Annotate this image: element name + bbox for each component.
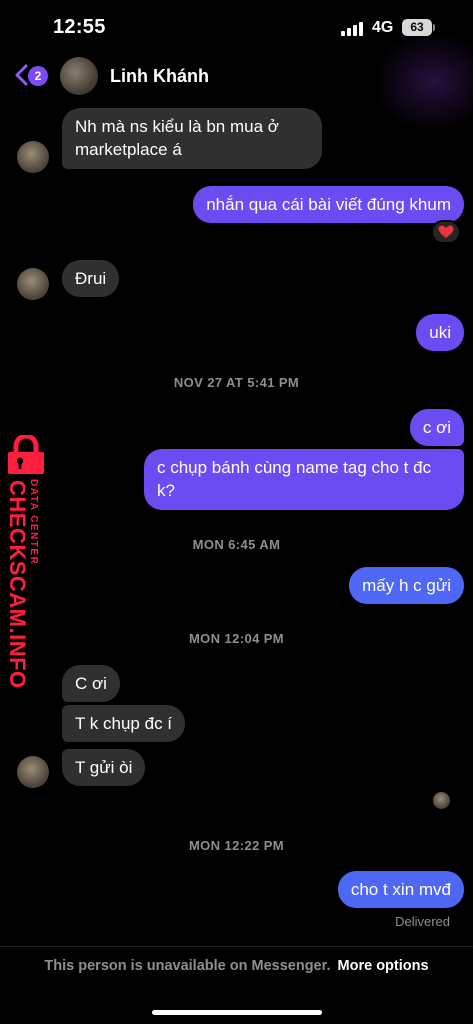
sender-avatar — [17, 141, 49, 173]
message-bubble-incoming[interactable]: T k chụp đc í — [62, 705, 186, 742]
timestamp-divider: MON 6:45 AM — [192, 537, 281, 552]
message-bubble-outgoing[interactable]: nhắn qua cái bài viết đúng khum — [193, 186, 464, 223]
lock-icon — [8, 435, 44, 474]
watermark-title: CHECKSCAM.INFO — [5, 480, 30, 689]
heart-reaction-icon[interactable] — [431, 220, 461, 244]
message-list: Nh mà ns kiểu là bn mua ở marketplace á … — [0, 0, 473, 1024]
read-receipt-avatar — [433, 792, 450, 809]
message-bubble-outgoing[interactable]: uki — [416, 314, 464, 351]
message-bubble-outgoing[interactable]: mấy h c gửi — [349, 567, 464, 604]
more-options-link[interactable]: More options — [338, 958, 429, 974]
message-bubble-incoming[interactable]: Đrui — [62, 260, 120, 297]
message-bubble-outgoing[interactable]: cho t xin mvđ — [337, 871, 464, 908]
home-indicator[interactable] — [152, 1010, 322, 1015]
sender-avatar — [17, 268, 49, 300]
unavailable-text: This person is unavailable on Messenger. — [44, 958, 331, 974]
sender-avatar — [17, 756, 49, 788]
message-bubble-incoming[interactable]: T gửi òi — [62, 749, 146, 786]
timestamp-divider: MON 12:04 PM — [188, 631, 285, 646]
message-bubble-incoming[interactable]: C ơi — [62, 665, 120, 702]
message-bubble-incoming[interactable]: Nh mà ns kiểu là bn mua ở marketplace á — [62, 108, 322, 169]
message-bubble-outgoing[interactable]: c ơi — [409, 409, 464, 446]
unavailable-notice: This person is unavailable on Messenger.… — [0, 958, 473, 974]
message-bubble-outgoing[interactable]: c chụp bánh cùng name tag cho t đc k? — [144, 449, 464, 510]
timestamp-divider: MON 12:22 PM — [188, 838, 285, 853]
timestamp-divider: NOV 27 AT 5:41 PM — [173, 375, 300, 390]
delivery-status: Delivered — [395, 914, 450, 929]
footer-divider — [0, 946, 473, 947]
watermark: DATA CENTER CHECKSCAM.INFO — [0, 435, 52, 689]
heart-icon — [438, 225, 454, 238]
